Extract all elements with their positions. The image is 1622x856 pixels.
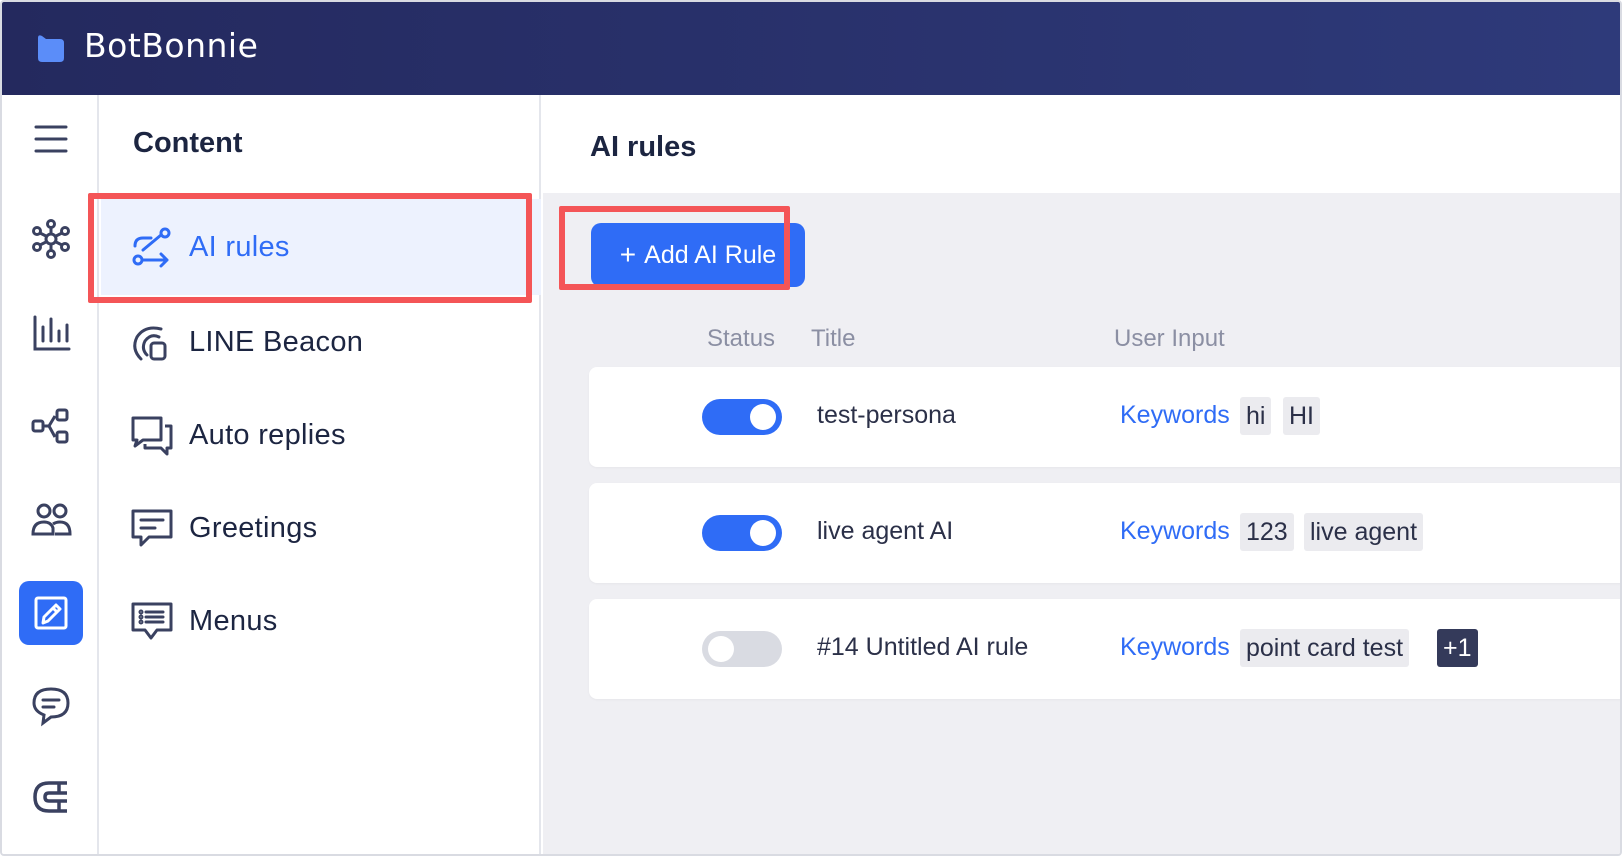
- input-type-label: Keywords: [1120, 633, 1230, 661]
- auto-reply-icon: [131, 416, 173, 456]
- menu-item-line-beacon[interactable]: LINE Beacon: [101, 294, 541, 390]
- rail-item-content[interactable]: [19, 581, 83, 645]
- rule-row[interactable]: #14 Untitled AI rule Keywords point card…: [589, 599, 1620, 699]
- input-type-label: Keywords: [1120, 401, 1230, 429]
- add-ai-rule-button[interactable]: + Add AI Rule: [591, 223, 805, 287]
- add-ai-rule-label: Add AI Rule: [644, 240, 777, 269]
- content-edit-icon: [34, 596, 68, 630]
- menu-list-icon: [131, 602, 173, 640]
- flow-icon: [31, 408, 69, 444]
- rail-item-chat[interactable]: [19, 674, 83, 738]
- column-header-user-input: User Input: [1114, 325, 1225, 352]
- chat-bubble-icon: [32, 687, 70, 727]
- menu-label: Auto replies: [189, 418, 346, 451]
- status-toggle[interactable]: [702, 399, 782, 435]
- status-toggle[interactable]: [702, 631, 782, 667]
- toggle-knob: [750, 404, 776, 430]
- menu-item-auto-replies[interactable]: Auto replies: [101, 387, 541, 483]
- rule-title[interactable]: live agent AI: [817, 517, 953, 546]
- menu-label: LINE Beacon: [189, 325, 364, 358]
- users-icon: [31, 503, 72, 536]
- brand-name[interactable]: BotBonnie: [84, 26, 258, 65]
- rule-row[interactable]: test-persona Keywords hi HI: [589, 367, 1620, 467]
- hamburger-menu-button[interactable]: [19, 107, 83, 171]
- rule-title[interactable]: #14 Untitled AI rule: [817, 633, 1028, 662]
- main-content: AI rules + Add AI Rule Status Title User…: [543, 95, 1620, 854]
- greeting-icon: [131, 509, 173, 547]
- beacon-icon: [133, 326, 167, 361]
- keyword-tag: live agent: [1304, 513, 1424, 551]
- menu-item-menus[interactable]: Menus: [101, 573, 541, 669]
- rail-item-flow[interactable]: [19, 394, 83, 458]
- rail-item-network[interactable]: [19, 207, 83, 271]
- ai-route-icon: [132, 227, 171, 268]
- toggle-knob: [708, 636, 734, 662]
- icon-rail: [2, 95, 99, 854]
- rail-item-audience[interactable]: [19, 488, 83, 552]
- keyword-tag: hi: [1240, 397, 1272, 435]
- bar-chart-icon: [33, 315, 71, 351]
- keyword-tag: HI: [1283, 397, 1320, 435]
- keyword-tag: 123: [1240, 513, 1294, 551]
- botbonnie-logo-icon[interactable]: [34, 32, 66, 64]
- panel-title: Content: [133, 127, 243, 159]
- input-type-label: Keywords: [1120, 517, 1230, 545]
- rule-row[interactable]: live agent AI Keywords 123 live agent: [589, 483, 1620, 583]
- page-title: AI rules: [590, 131, 697, 163]
- column-header-title: Title: [811, 325, 856, 352]
- column-header-status: Status: [707, 325, 776, 352]
- menu-item-greetings[interactable]: Greetings: [101, 480, 541, 576]
- menu-label: Menus: [189, 604, 278, 637]
- rail-item-growth[interactable]: [19, 765, 83, 829]
- hamburger-icon: [34, 125, 68, 153]
- keyword-tag: point card test: [1240, 629, 1410, 667]
- app-window: BotBonnie Content AI rules LINE Beacon A…: [0, 0, 1622, 856]
- menu-item-ai-rules[interactable]: AI rules: [101, 199, 541, 295]
- rail-item-analytics[interactable]: [19, 301, 83, 365]
- status-toggle[interactable]: [702, 515, 782, 551]
- rule-title[interactable]: test-persona: [817, 401, 956, 430]
- magnet-icon: [33, 781, 67, 813]
- plus-icon: +: [619, 239, 637, 270]
- more-tags-badge[interactable]: +1: [1437, 629, 1478, 667]
- content-panel: Content AI rules LINE Beacon Auto replie…: [101, 95, 541, 854]
- menu-label: Greetings: [189, 511, 318, 544]
- toggle-knob: [750, 520, 776, 546]
- main-header: AI rules: [543, 95, 1620, 193]
- network-icon: [32, 219, 70, 259]
- top-bar: BotBonnie: [2, 2, 1620, 95]
- menu-label: AI rules: [189, 230, 290, 263]
